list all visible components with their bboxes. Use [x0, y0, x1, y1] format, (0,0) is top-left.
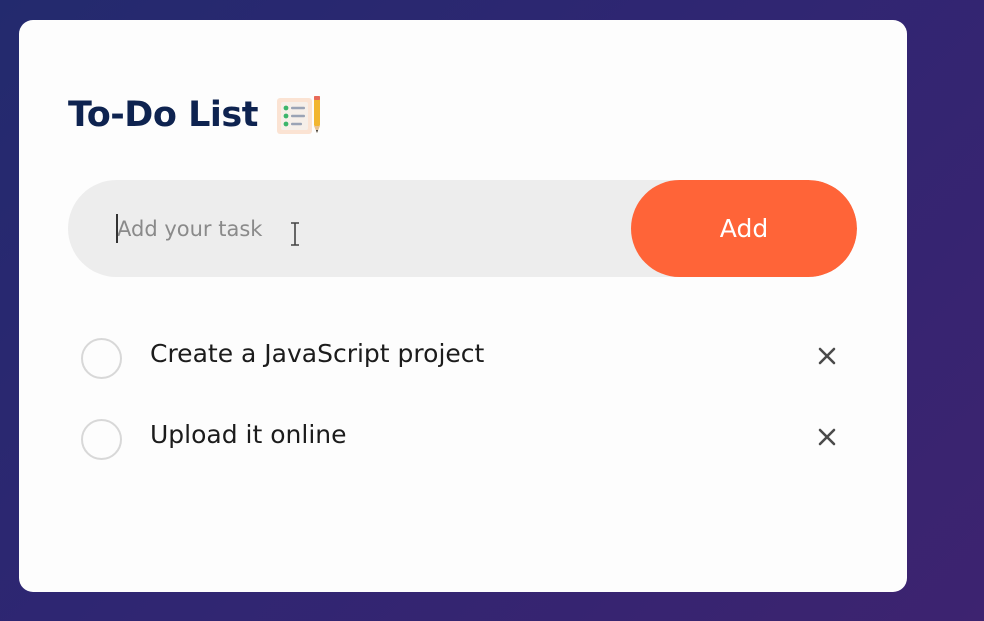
task-text: Upload it online: [150, 420, 347, 449]
page-title: To-Do List: [68, 95, 258, 135]
list-item[interactable]: Upload it online: [80, 414, 840, 495]
todo-card: To-Do List Add your task Add Create a Ja…: [19, 20, 907, 592]
close-icon[interactable]: [814, 424, 840, 450]
notepad-pencil-icon: [276, 94, 322, 136]
text-caret: [116, 214, 118, 243]
task-input[interactable]: [68, 180, 631, 277]
task-checkbox[interactable]: [81, 338, 122, 379]
text-cursor-icon: [289, 222, 301, 246]
task-checkbox[interactable]: [81, 419, 122, 460]
task-input-row: Add: [68, 180, 857, 277]
header: To-Do List: [68, 94, 322, 136]
task-text: Create a JavaScript project: [150, 339, 485, 368]
list-item[interactable]: Create a JavaScript project: [80, 333, 840, 414]
task-list: Create a JavaScript project Upload it on…: [80, 333, 840, 495]
add-button[interactable]: Add: [631, 180, 857, 277]
close-icon[interactable]: [814, 343, 840, 369]
